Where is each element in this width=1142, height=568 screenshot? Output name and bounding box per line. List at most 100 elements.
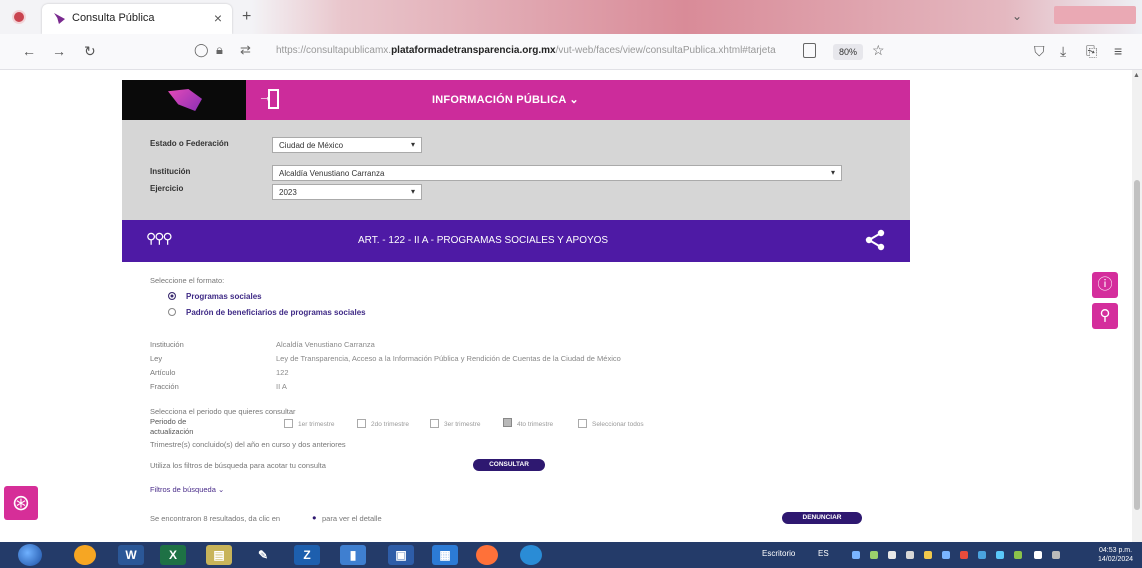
checkbox-q3[interactable] [430, 419, 439, 428]
consultar-button[interactable]: CONSULTAR [473, 459, 545, 471]
list-tabs-icon[interactable]: ⌄ [1012, 9, 1022, 23]
login-icon[interactable]: → [258, 88, 282, 112]
downloads-icon[interactable]: ⤓ [1060, 43, 1066, 60]
checkbox-select-all-label[interactable]: Seleccionar todos [592, 421, 644, 428]
url-text[interactable]: https://consultapublicamx.plataformadetr… [276, 45, 776, 56]
taskbar-word-icon[interactable]: W [118, 545, 144, 565]
zoom-level[interactable]: 80% [833, 44, 863, 60]
forward-icon[interactable]: → [52, 43, 66, 59]
tray-volume-icon[interactable] [888, 551, 896, 559]
site-logo[interactable] [168, 89, 202, 111]
search-hint: Utiliza los filtros de búsqueda para aco… [150, 461, 326, 470]
tray-antivirus-icon[interactable] [960, 551, 968, 559]
year-select-value: 2023 [279, 188, 297, 197]
section-bar: ⚲⚲⚲ ART. - 122 - II A - PROGRAMAS SOCIAL… [122, 220, 910, 262]
pocket-icon[interactable]: ⛉ [1034, 43, 1045, 60]
tray-network-icon[interactable] [852, 551, 860, 559]
state-select[interactable]: Ciudad de México ▾ [272, 137, 422, 153]
back-icon[interactable]: ← [22, 43, 36, 59]
reload-icon[interactable]: ↻ [84, 43, 96, 60]
taskbar-clock[interactable]: 04:53 p.m. 14/02/2024 [1098, 546, 1133, 564]
tray-wifi-icon[interactable] [1052, 551, 1060, 559]
info-value-fraction: II A [276, 382, 287, 391]
taskbar-notepad-icon[interactable]: ▮ [340, 545, 366, 565]
bookmark-star-icon[interactable]: ☆ [872, 42, 885, 59]
informacion-publica-menu[interactable]: INFORMACIÓN PÚBLICA ⌄ [432, 93, 579, 106]
period-prompt: Selecciona el periodo que quieres consul… [150, 407, 296, 416]
tray-printer-icon[interactable] [906, 551, 914, 559]
site-favicon-icon [54, 13, 65, 24]
tray-monitor-icon[interactable] [996, 551, 1004, 559]
extensions-icon[interactable]: ⎘ [1086, 43, 1097, 60]
taskbar-explorer-icon[interactable]: ▤ [206, 545, 232, 565]
institution-label: Institución [150, 167, 191, 176]
checkbox-q3-label[interactable]: 3er trimestre [444, 421, 480, 428]
site-logo-area[interactable] [122, 80, 246, 120]
institution-select-value: Alcaldía Venustiano Carranza [279, 169, 385, 178]
language-indicator[interactable]: ES [818, 549, 829, 558]
site-header: → INFORMACIÓN PÚBLICA ⌄ [122, 80, 910, 120]
os-taskbar: W X ▤ ✎ Z ▮ ▣ ▦ Escritorio ES 04:53 p.m.… [0, 542, 1142, 568]
tray-shield-icon[interactable] [924, 551, 932, 559]
search-filters-toggle[interactable]: Filtros de búsqueda ⌄ [150, 485, 224, 494]
tray-flag-icon[interactable] [1034, 551, 1042, 559]
state-select-value: Ciudad de México [279, 141, 344, 150]
address-bar[interactable]: ◯ 🔒︎ ⇄ https://consultapublicamx.platafo… [188, 40, 896, 64]
checkbox-q2-label[interactable]: 2do trimestre [371, 421, 409, 428]
accessibility-icon[interactable]: ⊛ [4, 486, 38, 520]
checkbox-q4-label[interactable]: 4to trimestre [517, 421, 553, 428]
app-menu-icon[interactable]: ≡ [1114, 43, 1122, 59]
tray-sync-icon[interactable] [942, 551, 950, 559]
section-title: ART. - 122 - II A - PROGRAMAS SOCIALES Y… [358, 235, 609, 246]
checkbox-select-all[interactable] [578, 419, 587, 428]
checkbox-q4[interactable] [503, 418, 512, 427]
info-key-article: Artículo [150, 368, 176, 377]
tray-battery-icon[interactable] [1014, 551, 1022, 559]
share-icon[interactable] [864, 229, 886, 251]
institution-select[interactable]: Alcaldía Venustiano Carranza ▾ [272, 165, 842, 181]
alert-icon[interactable]: ⓘ [1092, 272, 1118, 298]
format-radio-padron[interactable] [168, 308, 176, 316]
info-key-institution: Institución [150, 340, 184, 349]
taskbar-z-app-icon[interactable]: Z [294, 545, 320, 565]
lock-icon[interactable]: 🔒︎ [216, 42, 223, 58]
chevron-down-icon: ▾ [410, 187, 415, 196]
taskbar-excel-icon[interactable]: X [160, 545, 186, 565]
checkbox-q1[interactable] [284, 419, 293, 428]
checkbox-q1-label[interactable]: 1er trimestre [298, 421, 334, 428]
taskbar-firefox-icon[interactable] [476, 545, 498, 565]
tab-close-icon[interactable]: × [214, 10, 222, 26]
tray-display-icon[interactable] [978, 551, 986, 559]
search-magnifier-icon[interactable]: ⚲ [1092, 303, 1118, 329]
reader-view-icon[interactable] [803, 43, 816, 58]
period-label-line2: actualización [150, 427, 194, 436]
info-icon[interactable]: ● [312, 513, 317, 522]
taskbar-store-icon[interactable]: ▦ [432, 545, 458, 565]
format-option-padron[interactable]: Padrón de beneficiarios de programas soc… [186, 308, 366, 317]
page-scrollbar[interactable]: ▲ [1132, 70, 1142, 542]
taskbar-chrome-icon[interactable] [74, 545, 96, 565]
period-label-line1: Periodo de [150, 417, 187, 426]
taskbar-outlook-icon[interactable]: ▣ [388, 545, 414, 565]
tray-signal-icon[interactable] [870, 551, 878, 559]
permissions-icon[interactable]: ⇄ [240, 42, 251, 58]
denunciar-button[interactable]: DENUNCIAR [782, 512, 862, 524]
start-button[interactable] [18, 544, 42, 566]
window-controls[interactable] [1054, 6, 1136, 24]
browser-tab[interactable]: Consulta Pública × [42, 4, 232, 34]
browser-tabstrip: Consulta Pública × + ⌄ [0, 0, 1142, 34]
browser-menu-icon[interactable] [12, 10, 26, 24]
shield-icon[interactable]: ◯ [194, 42, 209, 58]
year-select[interactable]: 2023 ▾ [272, 184, 422, 200]
format-option-programas[interactable]: Programas sociales [186, 292, 262, 301]
checkbox-q2[interactable] [357, 419, 366, 428]
taskbar-edge-icon[interactable] [520, 545, 542, 565]
scroll-up-icon[interactable]: ▲ [1133, 72, 1140, 79]
new-tab-button[interactable]: + [242, 8, 251, 26]
scroll-thumb[interactable] [1134, 180, 1140, 510]
desktop-toolbar-label[interactable]: Escritorio [762, 549, 795, 558]
taskbar-paint-icon[interactable]: ✎ [250, 545, 276, 565]
info-value-institution: Alcaldía Venustiano Carranza [276, 340, 375, 349]
format-radio-programas[interactable] [168, 292, 176, 300]
clock-date: 14/02/2024 [1098, 556, 1134, 563]
